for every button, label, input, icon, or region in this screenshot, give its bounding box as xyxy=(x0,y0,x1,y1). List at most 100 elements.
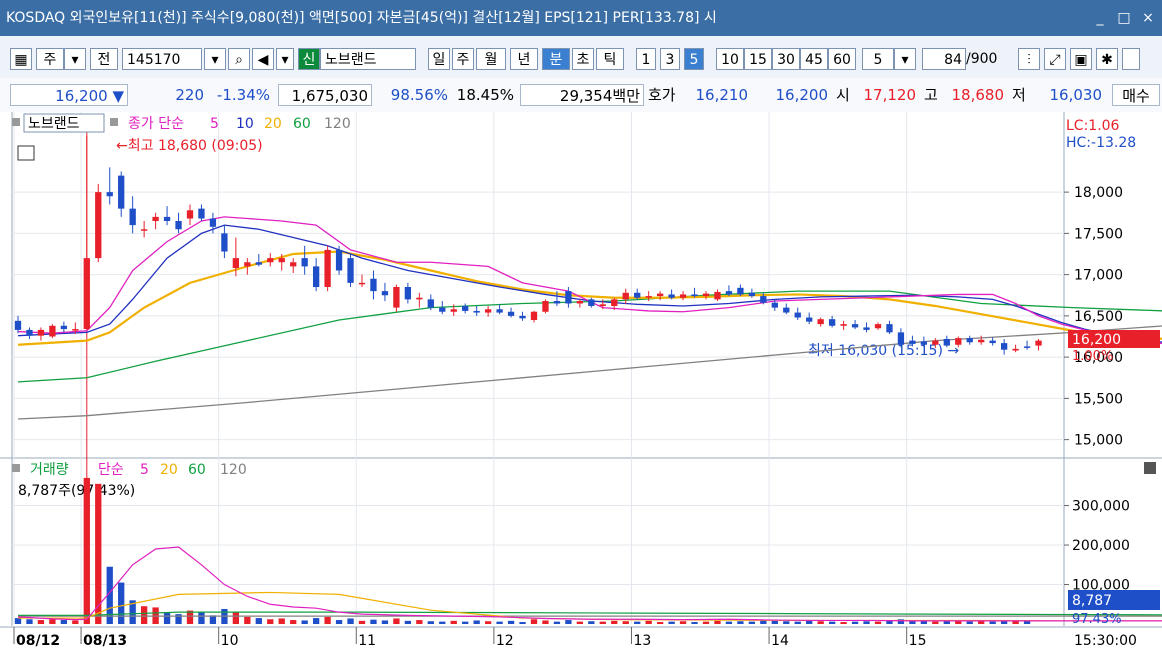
period-second-tab[interactable]: 초 xyxy=(572,48,594,70)
candle-body xyxy=(897,332,905,345)
interval-10[interactable]: 10 xyxy=(716,48,744,70)
ma20-legend: 20 xyxy=(264,116,282,132)
save-icon[interactable]: ▣ xyxy=(1070,48,1092,70)
volume-bar xyxy=(828,621,836,624)
volume-bar xyxy=(714,620,721,624)
candle-body xyxy=(358,282,366,285)
volume-bar xyxy=(72,620,79,624)
ma5-legend: 5 xyxy=(210,116,219,132)
y-tick-label: 15,000 xyxy=(1074,433,1123,449)
candle-body xyxy=(817,319,824,325)
candle-body xyxy=(255,262,262,265)
hc-label: HC:-13.28 xyxy=(1066,135,1136,151)
x-tick-label: 15 xyxy=(909,633,927,649)
volume-bar xyxy=(851,621,859,624)
trade-amount: 29,354백만 xyxy=(520,84,644,106)
candle-icon[interactable]: ⫶ xyxy=(1018,48,1040,70)
volume-bar xyxy=(232,612,240,624)
panel-menu-icon[interactable] xyxy=(1144,462,1156,474)
open-label: 시 xyxy=(836,86,850,104)
current-price: 16,200 ▼ xyxy=(10,84,128,106)
y-tick-label: 200,000 xyxy=(1072,538,1130,554)
candle-body xyxy=(806,317,813,322)
volume-legend: 거래량 xyxy=(30,462,69,478)
candle-body xyxy=(507,311,515,316)
chevron-down-icon[interactable]: ▾ xyxy=(894,48,916,70)
period-tick-tab[interactable]: 틱 xyxy=(596,48,624,70)
candle-body xyxy=(886,324,893,333)
chart-area: 노브랜드 종가 단순 5 10 20 60 120 ←최고 18,680 (09… xyxy=(0,112,1162,654)
candle-body xyxy=(565,291,572,304)
candle-body xyxy=(863,327,870,330)
interval-1[interactable]: 1 xyxy=(636,48,656,70)
vol-ma20-legend: 20 xyxy=(160,462,178,478)
vol-ma120-legend: 120 xyxy=(220,462,247,478)
volume-bar xyxy=(163,612,171,624)
candle-body xyxy=(656,293,664,297)
stock-legend-name: 노브랜드 xyxy=(28,116,80,132)
gear-icon[interactable]: ✱ xyxy=(1096,48,1118,70)
toolbar: ▦ 주 ▾ 전 145170 ▾ ⌕ ◀ ▾ 신 노브랜드 일 주 월 년 분 … xyxy=(0,36,1162,79)
lc-label: LC:1.06 xyxy=(1066,118,1120,134)
candle-body xyxy=(72,329,79,331)
candle-body xyxy=(278,258,285,263)
interval-60[interactable]: 60 xyxy=(828,48,856,70)
ma-legend-label: 종가 단순 xyxy=(128,116,184,132)
volume-bar xyxy=(324,616,331,624)
period-month-tab[interactable]: 월 xyxy=(476,48,506,70)
volume-bar xyxy=(874,621,882,624)
interval-30[interactable]: 30 xyxy=(772,48,800,70)
volume-bar xyxy=(576,621,584,624)
buy-button[interactable]: 매수 xyxy=(1112,84,1160,106)
period-minute-tab[interactable]: 분 xyxy=(542,48,570,70)
stock-name-field[interactable]: 노브랜드 xyxy=(320,48,416,70)
candle-body xyxy=(462,305,469,311)
candle-body xyxy=(347,258,354,283)
volume-bar xyxy=(473,620,480,624)
interval-5[interactable]: 5 xyxy=(684,48,704,70)
volume-bar xyxy=(450,620,457,624)
line-tool-icon[interactable]: ⤢ xyxy=(1044,48,1066,70)
volume-bar xyxy=(771,620,778,624)
volume-bar xyxy=(737,621,744,624)
x-tick-label: 11 xyxy=(358,633,376,649)
interval-15[interactable]: 15 xyxy=(744,48,772,70)
interval-45[interactable]: 45 xyxy=(800,48,828,70)
candle-body xyxy=(542,301,549,312)
table-icon[interactable] xyxy=(17,145,35,161)
type-main-select[interactable]: 주 xyxy=(36,48,64,70)
interval-3[interactable]: 3 xyxy=(660,48,680,70)
volume-bar xyxy=(404,620,412,624)
close-icon[interactable]: × xyxy=(1140,0,1156,36)
search-icon[interactable]: ⌕ xyxy=(228,48,250,70)
volume-bar xyxy=(588,621,595,624)
maximize-icon[interactable]: □ xyxy=(1116,0,1132,36)
volume-value: 1,675,030 xyxy=(278,84,372,106)
type-prev-button[interactable]: 전 xyxy=(90,48,118,70)
volume-bar xyxy=(622,621,629,624)
chevron-down-icon[interactable]: ▾ xyxy=(64,48,86,70)
volume-bar xyxy=(60,620,68,624)
candle-body xyxy=(484,309,492,313)
period-day-tab[interactable]: 일 xyxy=(428,48,450,70)
chevron-down-icon[interactable]: ▾ xyxy=(276,48,294,70)
period-week-tab[interactable]: 주 xyxy=(452,48,474,70)
candle-body xyxy=(725,291,733,295)
volume-bar xyxy=(645,620,652,624)
candle-body xyxy=(393,287,400,308)
stock-code-input[interactable]: 145170 xyxy=(122,48,202,70)
speaker-icon[interactable]: ◀ xyxy=(252,48,274,70)
chevron-down-icon[interactable]: ▾ xyxy=(204,48,226,70)
candle-body xyxy=(622,292,629,300)
volume-bar xyxy=(83,477,90,624)
minimize-icon[interactable]: _ xyxy=(1092,0,1108,36)
volume-ma-legend: 단순 xyxy=(98,462,124,478)
checkbox[interactable] xyxy=(1122,48,1140,70)
candle-body xyxy=(324,249,331,287)
x-tick-label: 13 xyxy=(633,633,651,649)
period-year-tab[interactable]: 년 xyxy=(510,48,538,70)
bar-count-input[interactable]: 84 xyxy=(922,48,966,70)
candlestick-chart[interactable]: 노브랜드 종가 단순 5 10 20 60 120 ←최고 18,680 (09… xyxy=(0,112,1162,654)
interval-select[interactable]: 5 xyxy=(862,48,894,70)
grid-icon[interactable]: ▦ xyxy=(10,48,32,70)
